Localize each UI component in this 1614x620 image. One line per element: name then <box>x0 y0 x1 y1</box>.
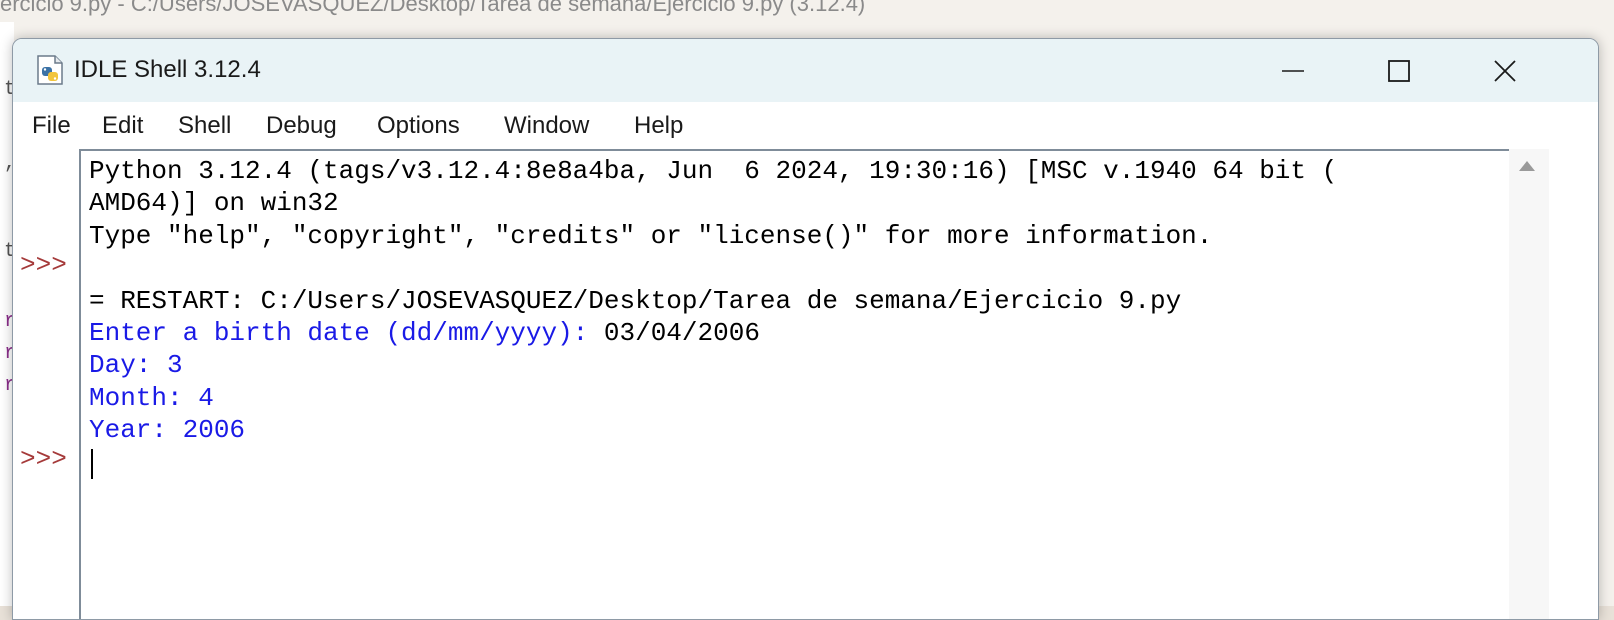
text-cursor <box>91 449 93 479</box>
banner-line: Python 3.12.4 (tags/v3.12.4:8e8a4ba, Jun… <box>89 156 1338 186</box>
minimize-icon <box>1282 69 1304 72</box>
python-idle-icon <box>37 55 63 85</box>
menu-bar: File Edit Shell Debug Options Window Hel… <box>13 102 1598 149</box>
banner-line: AMD64)] on win32 <box>89 188 339 218</box>
output-line: Month: 4 <box>89 383 214 413</box>
idle-shell-window: IDLE Shell 3.12.4 File Edit Shell Debug … <box>12 38 1599 620</box>
title-bar[interactable]: IDLE Shell 3.12.4 <box>13 39 1598 102</box>
menu-options[interactable]: Options <box>377 110 460 142</box>
prompt-gutter: >>> >>> <box>13 149 81 619</box>
menu-file[interactable]: File <box>32 110 71 142</box>
menu-edit[interactable]: Edit <box>102 110 143 142</box>
vertical-scrollbar[interactable] <box>1509 149 1549 619</box>
background-editor-title: ercicio 9.py - C:/Users/JOSEVASQUEZ/Desk… <box>0 0 866 16</box>
shell-prompt: >>> <box>20 444 67 474</box>
maximize-button[interactable] <box>1346 39 1452 102</box>
minimize-button[interactable] <box>1240 39 1346 102</box>
close-icon <box>1494 59 1516 82</box>
maximize-icon <box>1388 59 1410 82</box>
user-input-text: 03/04/2006 <box>603 318 760 348</box>
output-line: Day: 3 <box>89 350 183 380</box>
close-button[interactable] <box>1452 39 1558 102</box>
banner-line: Type "help", "copyright", "credits" or "… <box>89 221 1213 251</box>
window-title: IDLE Shell 3.12.4 <box>74 56 261 83</box>
shell-prompt: >>> <box>20 250 67 280</box>
menu-shell[interactable]: Shell <box>178 110 231 142</box>
input-line: Enter a birth date (dd/mm/yyyy): 03/04/2… <box>89 317 760 349</box>
menu-debug[interactable]: Debug <box>266 110 337 142</box>
restart-line: = RESTART: C:/Users/JOSEVASQUEZ/Desktop/… <box>89 286 1182 316</box>
menu-window[interactable]: Window <box>504 110 589 142</box>
shell-area: >>> >>> Python 3.12.4 (tags/v3.12.4:8e8a… <box>13 149 1598 619</box>
output-line: Year: 2006 <box>89 415 246 445</box>
input-prompt-text: Enter a birth date (dd/mm/yyyy): <box>89 318 604 348</box>
shell-text-area[interactable]: Python 3.12.4 (tags/v3.12.4:8e8a4ba, Jun… <box>81 149 1509 619</box>
scroll-up-arrow-icon[interactable] <box>1519 161 1535 171</box>
menu-help[interactable]: Help <box>634 110 683 142</box>
